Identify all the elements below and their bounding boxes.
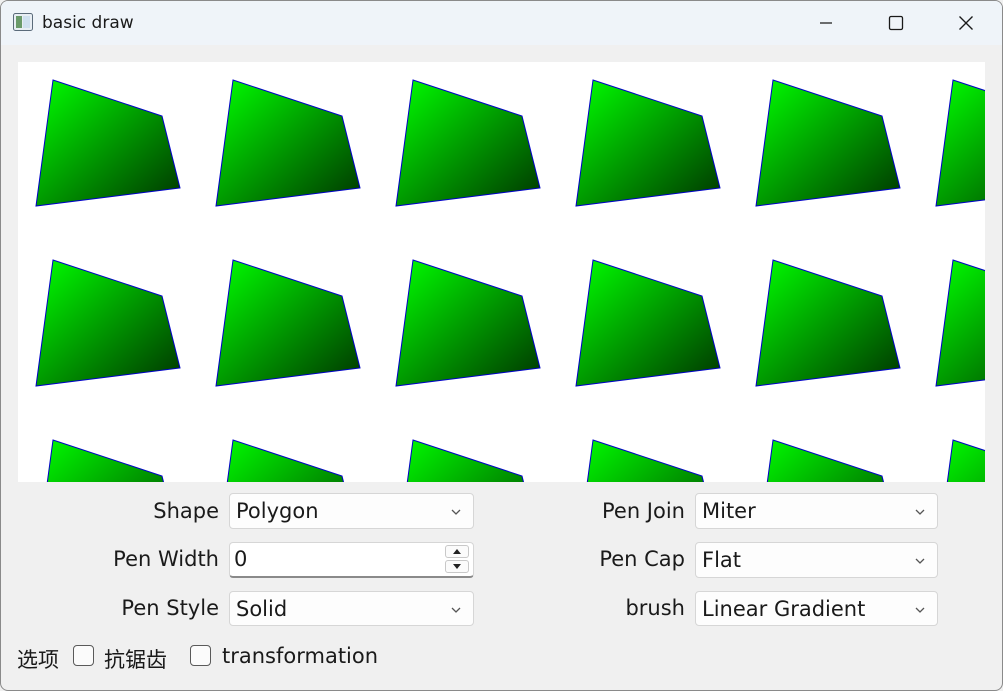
polygon-shape [406, 439, 525, 482]
polygon-shape [935, 259, 985, 387]
app-window: basic draw Shape Polygon Pen Width 0 Pen… [0, 0, 1003, 691]
minimize-button[interactable] [791, 1, 861, 45]
pen-style-value: Solid [236, 597, 288, 621]
polygon-shape [395, 79, 541, 207]
shape-value: Polygon [236, 499, 319, 523]
window-title: basic draw [42, 13, 134, 33]
pen-join-combobox[interactable]: Miter [695, 493, 938, 529]
pen-cap-label: Pen Cap [599, 547, 685, 571]
close-icon [959, 16, 973, 30]
transformation-checkbox[interactable] [190, 645, 211, 666]
shape-combobox[interactable]: Polygon [229, 493, 474, 529]
polygon-shape [755, 259, 901, 387]
polygon-shape [215, 79, 361, 207]
close-button[interactable] [931, 1, 1001, 45]
pen-width-label: Pen Width [113, 547, 219, 571]
polygon-shape [575, 259, 721, 387]
pen-cap-combobox[interactable]: Flat [695, 542, 938, 578]
spin-down-button[interactable] [445, 560, 469, 573]
polygon-shape [766, 439, 885, 482]
brush-combobox[interactable]: Linear Gradient [695, 591, 938, 626]
chevron-down-icon [915, 607, 925, 613]
window-app-icon [13, 13, 33, 31]
pen-width-value: 0 [234, 547, 248, 571]
maximize-icon [888, 15, 904, 31]
chevron-down-icon [915, 558, 925, 564]
pen-join-label: Pen Join [601, 499, 685, 523]
polygon-shape [395, 259, 541, 387]
pen-join-value: Miter [702, 499, 756, 523]
render-area[interactable] [18, 62, 985, 482]
minimize-icon [820, 22, 832, 24]
maximize-button[interactable] [861, 1, 931, 45]
pen-width-spinbox[interactable]: 0 [229, 542, 474, 578]
pen-cap-value: Flat [702, 548, 742, 572]
spinbox-arrows [445, 545, 471, 575]
polygon-shape [35, 79, 181, 207]
pen-style-label: Pen Style [121, 596, 219, 620]
polygon-shape [586, 439, 705, 482]
caret-up-icon [453, 549, 461, 554]
transformation-label[interactable]: transformation [222, 644, 378, 668]
brush-label: brush [625, 596, 685, 620]
polygon-shape [946, 439, 985, 482]
spin-up-button[interactable] [445, 545, 469, 558]
shape-label: Shape [153, 499, 219, 523]
polygon-shape [35, 259, 181, 387]
polygon-shape [935, 79, 985, 207]
antialiasing-checkbox[interactable] [73, 645, 94, 666]
chevron-down-icon [915, 509, 925, 515]
chevron-down-icon [451, 607, 461, 613]
polygon-shape [226, 439, 345, 482]
options-label: 选项 [17, 648, 59, 672]
pen-style-combobox[interactable]: Solid [229, 591, 474, 626]
render-canvas [35, 79, 985, 482]
antialiasing-label[interactable]: 抗锯齿 [104, 644, 167, 674]
caret-down-icon [453, 564, 461, 569]
polygon-shape [575, 79, 721, 207]
title-bar[interactable]: basic draw [1, 1, 1002, 45]
polygon-shape [46, 439, 165, 482]
chevron-down-icon [451, 509, 461, 515]
polygon-shape [755, 79, 901, 207]
brush-value: Linear Gradient [702, 597, 866, 621]
polygon-shape [215, 259, 361, 387]
